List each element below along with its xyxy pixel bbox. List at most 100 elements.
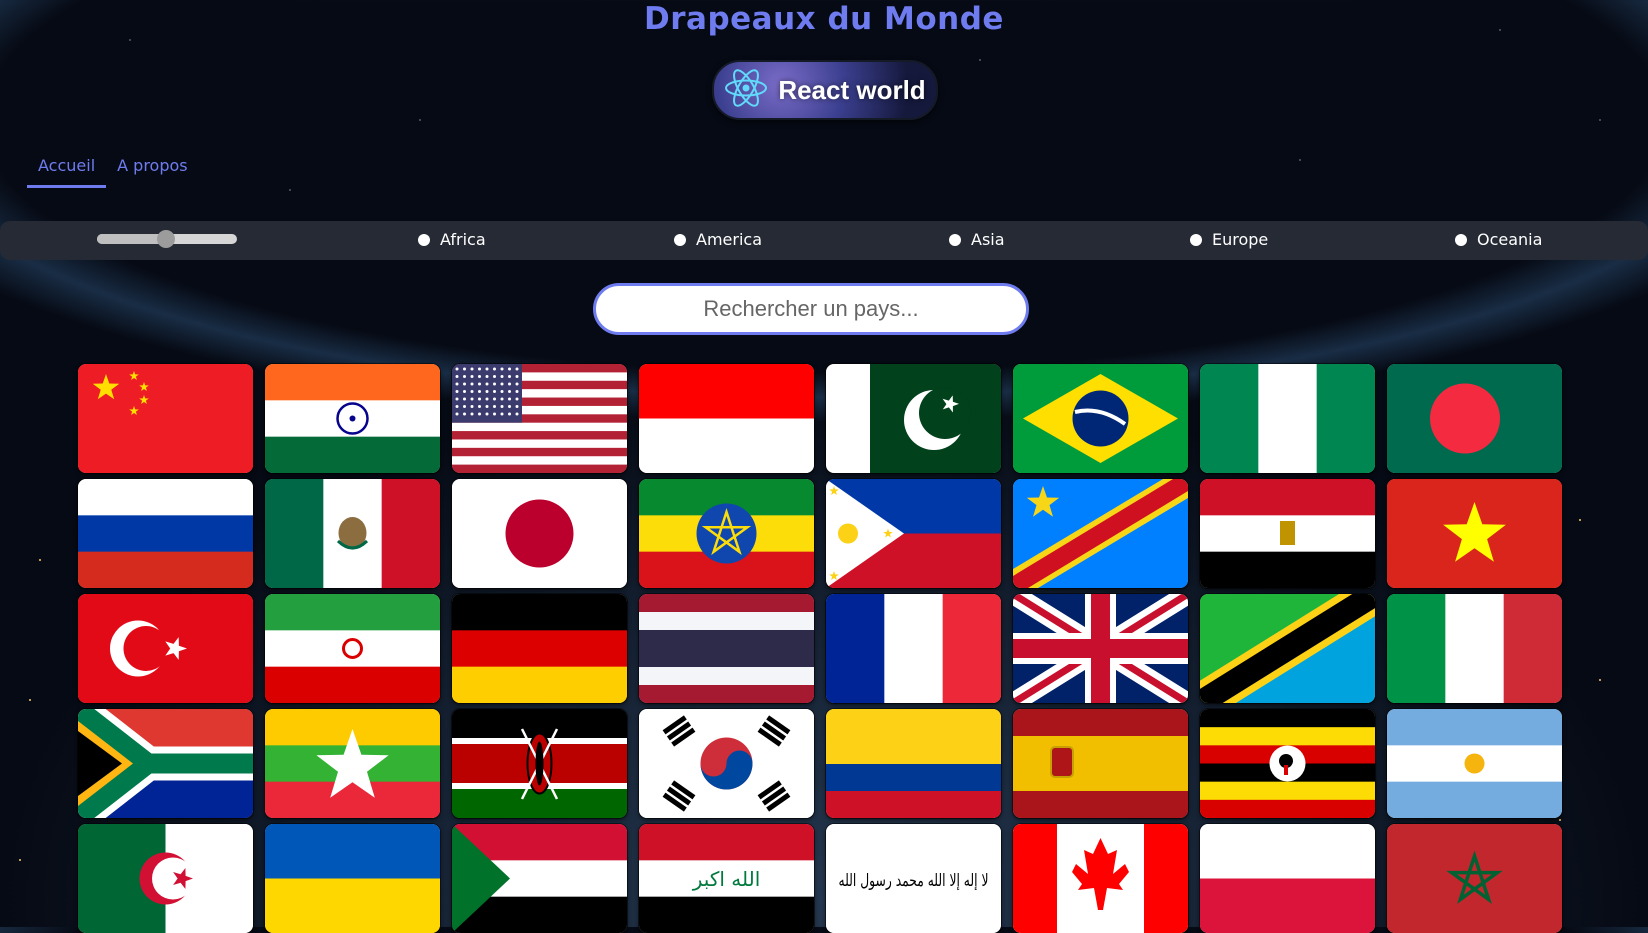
flag-card-iraq[interactable]: الله اكبر [639, 824, 814, 933]
canada-flag-image [1013, 824, 1188, 933]
radio-europe[interactable]: Europe [1190, 230, 1268, 249]
flag-card-china[interactable] [78, 364, 253, 473]
nigeria-flag-image [1200, 364, 1375, 473]
pakistan-flag-image [826, 364, 1001, 473]
radio-asia[interactable]: Asia [949, 230, 1005, 249]
united-states-flag-image [452, 364, 627, 473]
radio-circle-icon[interactable] [1455, 234, 1467, 246]
radio-circle-icon[interactable] [949, 234, 961, 246]
flag-card-united-kingdom[interactable] [1013, 594, 1188, 703]
radio-label: Asia [971, 230, 1005, 249]
philippines-flag-image [826, 479, 1001, 588]
flag-card-south-korea[interactable] [639, 709, 814, 818]
uganda-flag-image [1200, 709, 1375, 818]
flag-card-kenya[interactable] [452, 709, 627, 818]
radio-america[interactable]: America [674, 230, 762, 249]
myanmar-flag-image [265, 709, 440, 818]
japan-flag-image [452, 479, 627, 588]
algeria-flag-image [78, 824, 253, 933]
india-flag-image [265, 364, 440, 473]
slider-thumb[interactable] [157, 230, 175, 248]
flag-card-afghanistan[interactable]: لا إله إلا الله محمد رسول الله [826, 824, 1001, 933]
kenya-flag-image [452, 709, 627, 818]
radio-oceania[interactable]: Oceania [1455, 230, 1542, 249]
poland-flag-image [1200, 824, 1375, 933]
flag-card-ukraine[interactable] [265, 824, 440, 933]
turkey-flag-image [78, 594, 253, 703]
radio-label: Europe [1212, 230, 1268, 249]
iran-flag-image [265, 594, 440, 703]
flag-card-ethiopia[interactable] [639, 479, 814, 588]
slider-fill [97, 234, 165, 244]
radio-circle-icon[interactable] [1190, 234, 1202, 246]
south-africa-flag-image [78, 709, 253, 818]
mexico-flag-image [265, 479, 440, 588]
china-flag-image [78, 364, 253, 473]
flag-card-iran[interactable] [265, 594, 440, 703]
flag-card-canada[interactable] [1013, 824, 1188, 933]
flag-card-france[interactable] [826, 594, 1001, 703]
flag-card-sudan[interactable] [452, 824, 627, 933]
france-flag-image [826, 594, 1001, 703]
flag-card-philippines[interactable] [826, 479, 1001, 588]
flag-card-argentina[interactable] [1387, 709, 1562, 818]
iraq-flag-image: الله اكبر [639, 824, 814, 933]
flag-card-poland[interactable] [1200, 824, 1375, 933]
italy-flag-image [1387, 594, 1562, 703]
flag-card-tanzania[interactable] [1200, 594, 1375, 703]
south-korea-flag-image [639, 709, 814, 818]
flag-card-italy[interactable] [1387, 594, 1562, 703]
flag-card-morocco[interactable] [1387, 824, 1562, 933]
germany-flag-image [452, 594, 627, 703]
sudan-flag-image [452, 824, 627, 933]
radio-label: America [696, 230, 762, 249]
filter-bar: Africa America Asia Europe Oceania [0, 221, 1648, 260]
flag-card-colombia[interactable] [826, 709, 1001, 818]
flag-card-russia[interactable] [78, 479, 253, 588]
flag-card-japan[interactable] [452, 479, 627, 588]
united-kingdom-flag-image [1013, 594, 1188, 703]
radio-label: Oceania [1477, 230, 1542, 249]
tab-accueil[interactable]: Accueil [27, 148, 106, 188]
flag-card-bangladesh[interactable] [1387, 364, 1562, 473]
flag-card-turkey[interactable] [78, 594, 253, 703]
flag-card-south-africa[interactable] [78, 709, 253, 818]
react-atom-icon [724, 68, 768, 112]
flag-card-nigeria[interactable] [1200, 364, 1375, 473]
tanzania-flag-image [1200, 594, 1375, 703]
argentina-flag-image [1387, 709, 1562, 818]
flag-card-mexico[interactable] [265, 479, 440, 588]
flag-card-vietnam[interactable] [1387, 479, 1562, 588]
flag-card-brazil[interactable] [1013, 364, 1188, 473]
bangladesh-flag-image [1387, 364, 1562, 473]
flag-card-uganda[interactable] [1200, 709, 1375, 818]
colombia-flag-image [826, 709, 1001, 818]
spain-flag-image [1013, 709, 1188, 818]
flag-card-germany[interactable] [452, 594, 627, 703]
svg-text:الله اكبر: الله اكبر [692, 867, 761, 891]
radio-circle-icon[interactable] [674, 234, 686, 246]
flag-card-spain[interactable] [1013, 709, 1188, 818]
egypt-flag-image [1200, 479, 1375, 588]
radio-africa[interactable]: Africa [418, 230, 486, 249]
tab-a-propos[interactable]: A propos [106, 148, 198, 188]
flag-card-united-states[interactable] [452, 364, 627, 473]
flag-card-indonesia[interactable] [639, 364, 814, 473]
flag-grid: الله اكبر لا إله إلا الله محمد رسول الله [78, 364, 1562, 933]
flag-count-slider[interactable] [97, 234, 237, 244]
search-input[interactable] [593, 283, 1029, 335]
react-world-logo: React world [712, 60, 938, 120]
ethiopia-flag-image [639, 479, 814, 588]
page-title: Drapeaux du Monde [0, 0, 1648, 38]
flag-card-egypt[interactable] [1200, 479, 1375, 588]
radio-circle-icon[interactable] [418, 234, 430, 246]
svg-text:لا إله إلا الله محمد رسول الله: لا إله إلا الله محمد رسول الله [839, 871, 989, 891]
flag-card-pakistan[interactable] [826, 364, 1001, 473]
logo-text: React world [778, 75, 925, 106]
main-nav: Accueil A propos [27, 148, 199, 188]
flag-card-india[interactable] [265, 364, 440, 473]
flag-card-thailand[interactable] [639, 594, 814, 703]
flag-card-algeria[interactable] [78, 824, 253, 933]
flag-card-myanmar[interactable] [265, 709, 440, 818]
flag-card-dr-congo[interactable] [1013, 479, 1188, 588]
